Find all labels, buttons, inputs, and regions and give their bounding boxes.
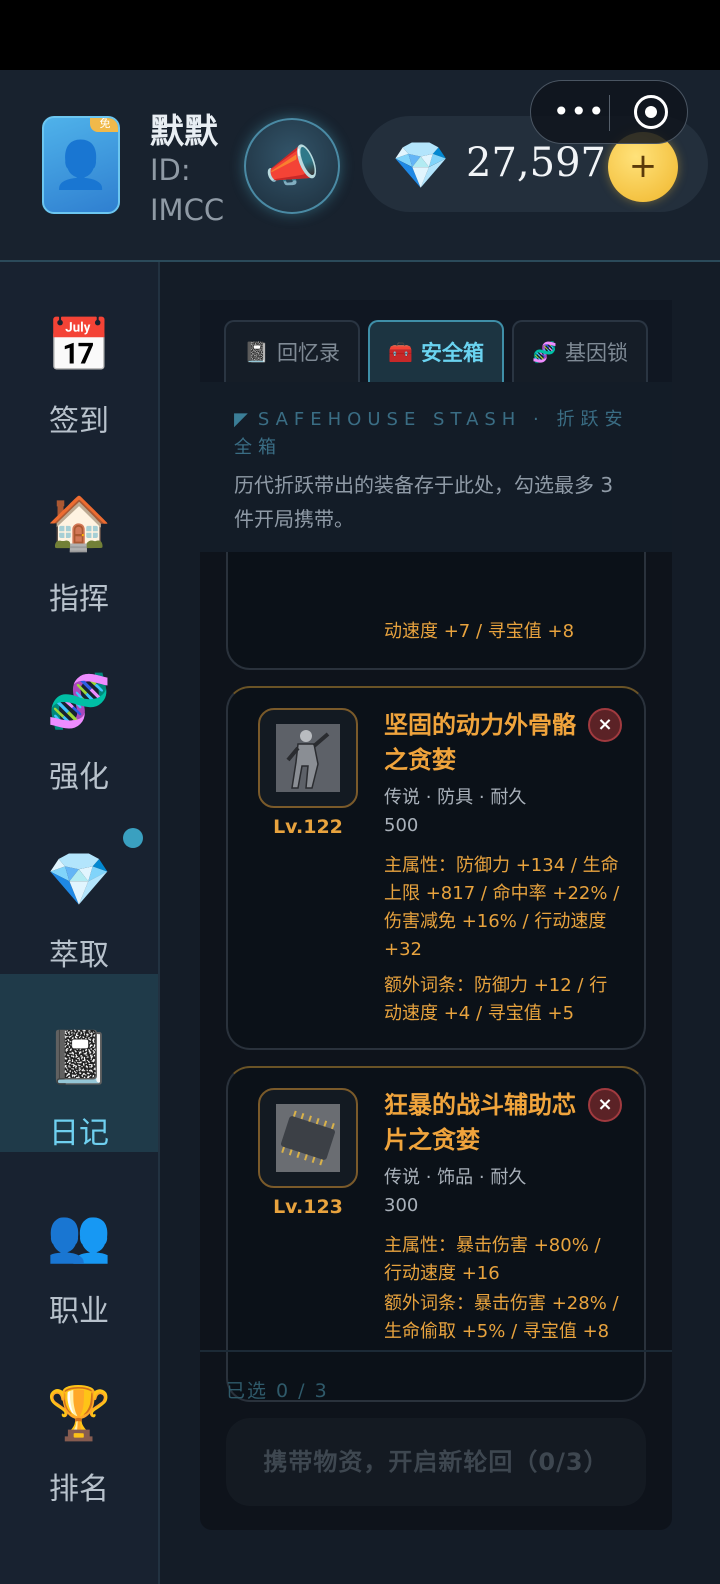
chip-icon <box>276 1104 340 1172</box>
item-thumbnail <box>258 708 358 808</box>
sidebar-item-label: 萃取 <box>49 938 109 973</box>
sidebar-item-label: 强化 <box>49 760 109 795</box>
avatar-badge: 免 <box>90 118 118 132</box>
sidebar-item-label: 指挥 <box>49 582 109 617</box>
item-card[interactable]: Lv.122 坚固的动力外骨骼之贪婪 × 传说 · 防具 · 耐久 500 主属… <box>226 686 646 1050</box>
sidebar-item-ranking[interactable]: 🏆 排名 <box>0 1330 158 1508</box>
megaphone-icon: 📣 <box>264 141 320 192</box>
notebook-icon: 📓 <box>244 340 269 364</box>
item-thumbnail <box>258 1088 358 1188</box>
username: 默默 <box>150 112 218 152</box>
item-name: 坚固的动力外骨骼之贪婪 <box>384 711 576 774</box>
sidebar-item-label: 签到 <box>49 404 109 439</box>
tab-bar: 📓 回忆录 🧰 安全箱 🧬 基因锁 <box>200 300 672 382</box>
item-main-stats: 主属性：防御力 +134 / 生命上限 +817 / 命中率 +22% / 伤害… <box>384 855 620 960</box>
tab-label: 基因锁 <box>564 341 628 365</box>
user-id: ID: IMCC <box>150 153 225 227</box>
gem-icon: 💎 <box>46 850 112 910</box>
start-new-cycle-button[interactable]: 携带物资，开启新轮回（0/3） <box>226 1418 646 1506</box>
calendar-icon: 📅 <box>46 316 112 376</box>
close-miniprogram-icon[interactable] <box>634 95 668 129</box>
sidebar-item-enhance[interactable]: 🧬 强化 <box>0 618 158 796</box>
dna-icon: 🧬 <box>46 672 112 732</box>
sidebar-item-command[interactable]: 🏠 指挥 <box>0 440 158 618</box>
flag-icon: ◤ <box>234 409 248 430</box>
item-meta: 传说 · 饰品 · 耐久 300 <box>384 1167 527 1216</box>
announcement-button[interactable]: 📣 <box>244 118 340 214</box>
remove-item-button[interactable]: × <box>588 1088 622 1122</box>
stash-intro: ◤ SAFEHOUSE STASH · 折跃安全箱 历代折跃带出的装备存于此处，勾… <box>200 382 672 552</box>
sidebar: 📅 签到 🏠 指挥 🧬 强化 💎 萃取 📓 日记 👥 职业 🏆 排名 <box>0 262 160 1584</box>
app-root: 👤 免 默默 ID: IMCC 📣 💎 27,597 + ••• 📅 签到 🏠 … <box>0 70 720 1584</box>
capsule-divider <box>609 95 610 131</box>
avatar[interactable]: 👤 免 <box>42 116 120 214</box>
diamond-icon: 💎 <box>392 138 450 192</box>
item-main-stats: 主属性：暴击伤害 +80% / 行动速度 +16 <box>384 1235 601 1284</box>
sidebar-item-checkin[interactable]: 📅 签到 <box>0 262 158 440</box>
tab-memoir[interactable]: 📓 回忆录 <box>224 320 360 382</box>
tab-label: 回忆录 <box>276 341 340 365</box>
item-level: Lv.122 <box>273 816 343 838</box>
item-extra-stats: 额外词条：暴击伤害 +28% / 生命偷取 +5% / 寻宝值 +8 <box>384 1293 619 1342</box>
sidebar-item-label: 职业 <box>49 1294 109 1329</box>
card-extra-stats: 动速度 +7 / 寻宝值 +8 <box>384 621 575 642</box>
status-bar <box>0 0 720 70</box>
divider <box>200 1350 672 1352</box>
remove-item-button[interactable]: × <box>588 708 622 742</box>
sidebar-item-label: 日记 <box>49 1116 109 1151</box>
people-icon: 👥 <box>46 1206 112 1266</box>
stash-title-text: SAFEHOUSE STASH · 折跃安全箱 <box>234 409 629 458</box>
item-extra-stats: 额外词条：防御力 +12 / 行动速度 +4 / 寻宝值 +5 <box>384 975 608 1024</box>
stash-title: ◤ SAFEHOUSE STASH · 折跃安全箱 <box>234 406 634 462</box>
person-icon: 👤 <box>52 137 110 192</box>
sidebar-item-extract[interactable]: 💎 萃取 <box>0 796 158 974</box>
toolbox-icon: 🧰 <box>388 340 413 364</box>
item-name: 狂暴的战斗辅助芯片之贪婪 <box>384 1091 576 1154</box>
dna-icon: 🧬 <box>532 340 557 364</box>
item-level: Lv.123 <box>273 1196 343 1218</box>
header: 👤 免 默默 ID: IMCC 📣 💎 27,597 + ••• <box>0 70 720 262</box>
notification-dot <box>123 828 143 848</box>
tab-stash[interactable]: 🧰 安全箱 <box>368 320 504 382</box>
trophy-icon: 🏆 <box>46 1384 112 1444</box>
stash-panel: 📓 回忆录 🧰 安全箱 🧬 基因锁 ◤ SAFEHOUSE STASH · 折跃安… <box>200 300 672 1530</box>
miniprogram-capsule: ••• <box>530 80 688 144</box>
tab-label: 安全箱 <box>420 341 484 365</box>
selected-count: 已选 0 / 3 <box>226 1380 329 1402</box>
gem-count: 27,597 <box>466 140 606 186</box>
sidebar-item-label: 排名 <box>49 1472 109 1507</box>
exoskeleton-icon <box>276 724 340 792</box>
sidebar-item-diary[interactable]: 📓 日记 <box>0 974 158 1152</box>
sidebar-item-class[interactable]: 👥 职业 <box>0 1152 158 1330</box>
stash-description: 历代折跃带出的装备存于此处，勾选最多 3 件开局携带。 <box>234 473 614 531</box>
more-icon[interactable]: ••• <box>553 95 606 128</box>
house-icon: 🏠 <box>46 494 112 554</box>
item-meta: 传说 · 防具 · 耐久 500 <box>384 787 527 836</box>
tab-gene-lock[interactable]: 🧬 基因锁 <box>512 320 648 382</box>
notebook-icon: 📓 <box>46 1028 112 1088</box>
